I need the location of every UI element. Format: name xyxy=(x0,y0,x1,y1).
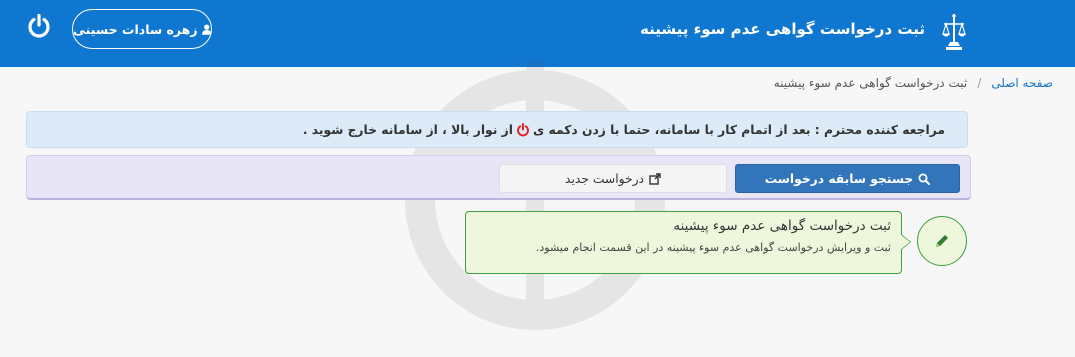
request-registration-card[interactable]: ثبت درخواست گواهی عدم سوء پیشینه ثبت و و… xyxy=(465,211,902,274)
search-request-history-button[interactable]: جستجو سابقه درخواست xyxy=(735,164,960,193)
power-icon xyxy=(517,122,529,136)
user-icon xyxy=(201,23,211,35)
user-name: زهره سادات حسینی xyxy=(73,21,198,37)
search-icon xyxy=(918,173,931,185)
search-request-history-label: جستجو سابقه درخواست xyxy=(764,171,914,186)
request-registration-circle[interactable] xyxy=(917,216,967,266)
alert-text-part2: از نوار بالا ، از سامانه خارج شوید . xyxy=(302,122,513,137)
judiciary-scales-emblem-icon xyxy=(942,14,966,50)
logout-reminder-alert: مراجعه کننده محترم : بعد از اتمام کار با… xyxy=(26,111,968,148)
action-toolbar: جستجو سابقه درخواست درخواست جدید xyxy=(26,155,971,200)
breadcrumb-current: ثبت درخواست گواهی عدم سوء پیشینه xyxy=(773,76,968,90)
external-link-icon xyxy=(649,172,661,185)
app-title: ثبت درخواست گواهی عدم سوء پیشینه xyxy=(640,20,925,38)
breadcrumb: صفحه اصلی / ثبت درخواست گواهی عدم سوء پی… xyxy=(774,76,1053,90)
new-request-button[interactable]: درخواست جدید xyxy=(499,164,727,193)
power-icon xyxy=(28,13,50,38)
card-title: ثبت درخواست گواهی عدم سوء پیشینه xyxy=(673,218,891,234)
user-profile-button[interactable]: زهره سادات حسینی xyxy=(72,9,212,49)
breadcrumb-home-link[interactable]: صفحه اصلی xyxy=(991,76,1053,90)
card-description: ثبت و ویرایش درخواست گواهی عدم سوء پیشین… xyxy=(535,241,891,254)
logout-power-button[interactable] xyxy=(25,12,53,40)
pencil-icon xyxy=(936,235,948,247)
new-request-label: درخواست جدید xyxy=(565,171,645,186)
breadcrumb-separator: / xyxy=(977,76,982,90)
card-pointer-arrow-fill xyxy=(900,234,910,250)
alert-text-part1: مراجعه کننده محترم : بعد از اتمام کار با… xyxy=(532,122,945,137)
top-header-bar: ثبت درخواست گواهی عدم سوء پیشینه زهره سا… xyxy=(0,0,1075,67)
